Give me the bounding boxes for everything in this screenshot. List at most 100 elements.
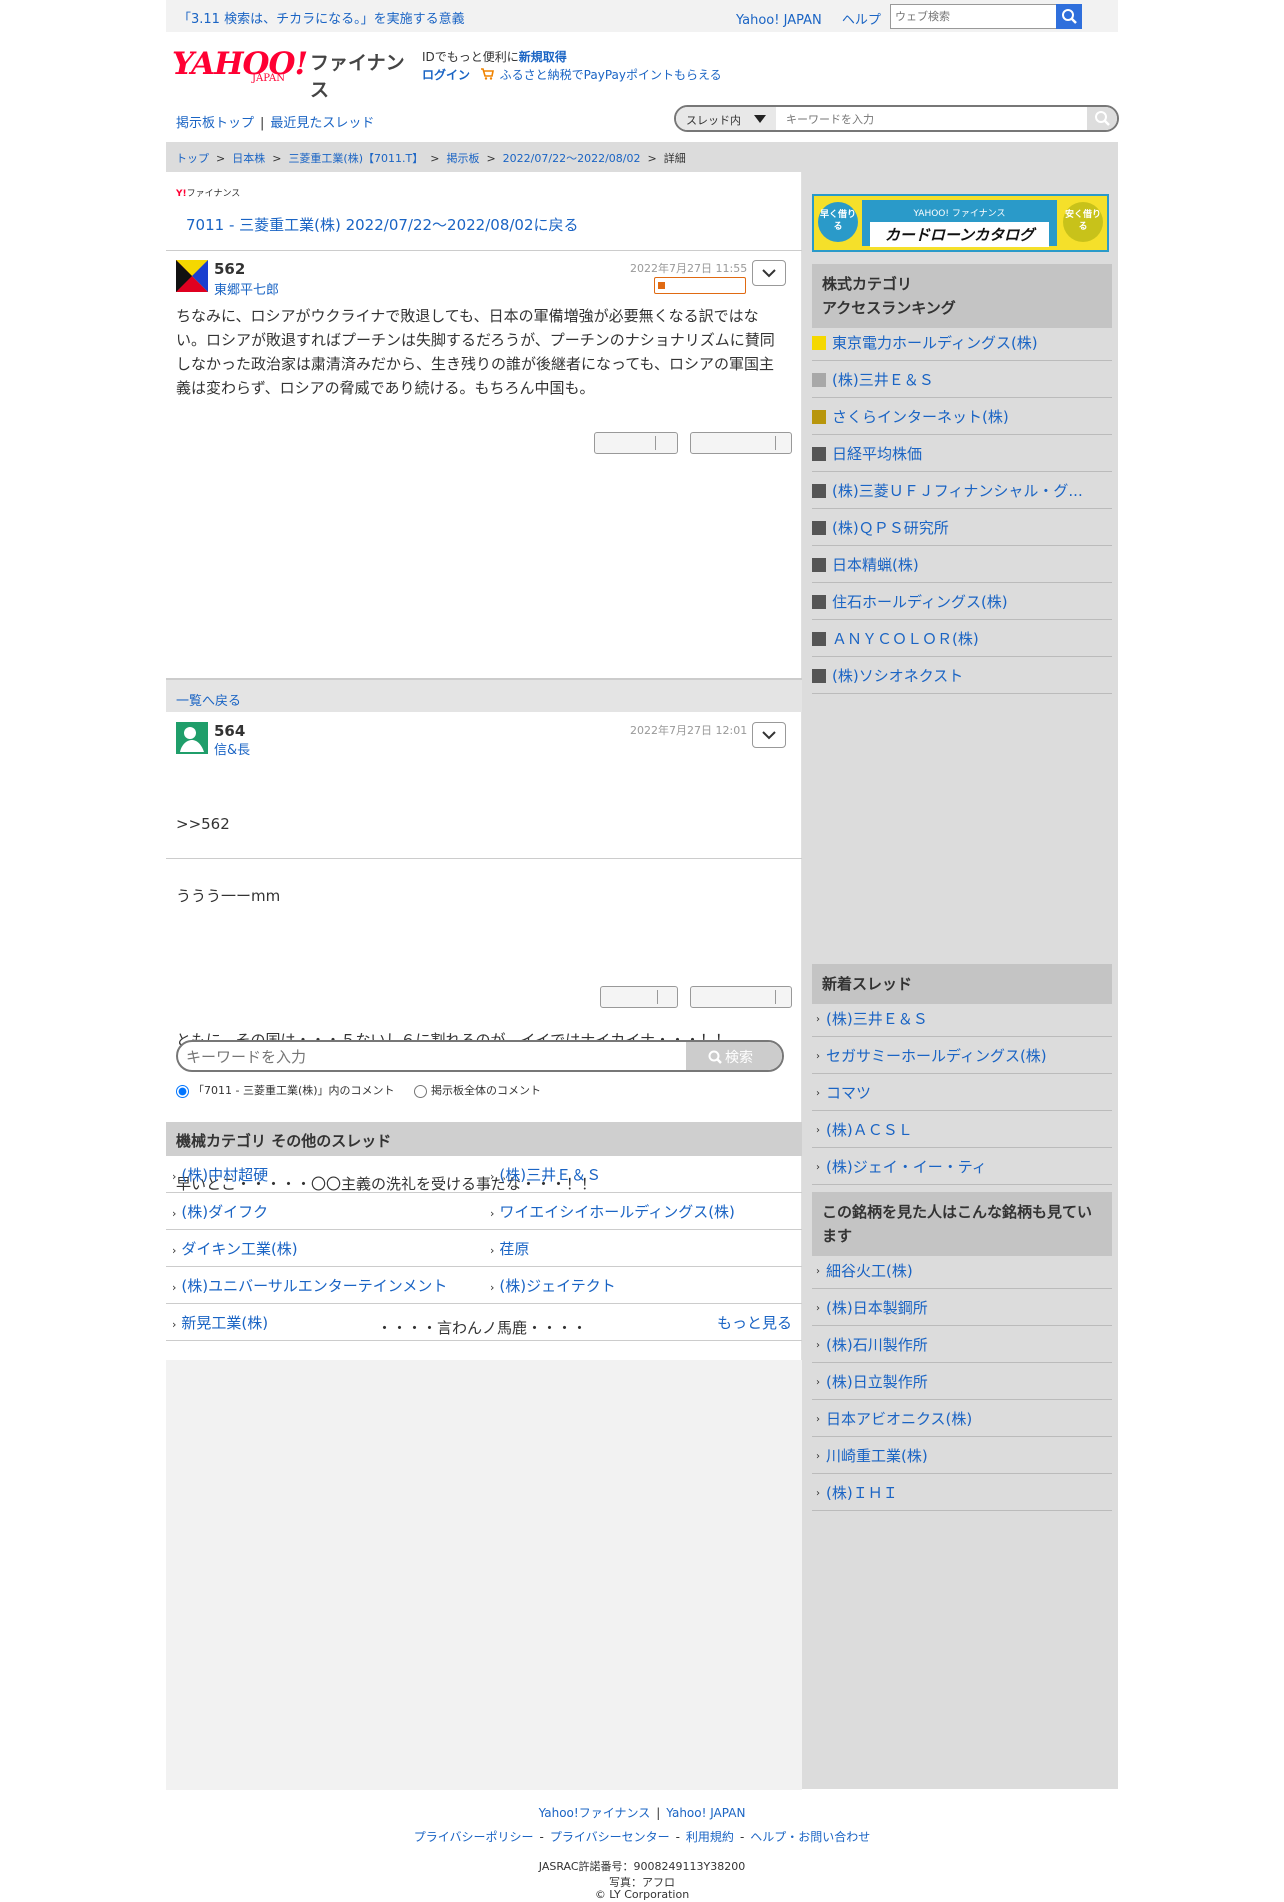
avatar[interactable]	[176, 722, 208, 754]
ranking-item[interactable]: (株)三菱ＵＦＪフィナンシャル・グ...	[812, 472, 1112, 509]
ranking-item[interactable]: (株)三井Ｅ＆Ｓ	[812, 361, 1112, 398]
crumb-jp-stocks[interactable]: 日本株	[232, 152, 265, 165]
ranking-item[interactable]: ＡＮＹＣＯＬＯＲ(株)	[812, 620, 1112, 657]
footer-link-finance[interactable]: Yahoo!ファイナンス	[539, 1806, 651, 1820]
thread-link[interactable]: (株)ユニバーサルエンターテインメント	[172, 1275, 447, 1296]
footer-link-yahoo[interactable]: Yahoo! JAPAN	[666, 1806, 745, 1820]
list-item[interactable]: › (株)石川製作所	[812, 1326, 1112, 1363]
list-item[interactable]: › (株)日立製作所	[812, 1363, 1112, 1400]
list-item-link[interactable]: (株)石川製作所	[826, 1334, 928, 1355]
yahoo-finance-logo[interactable]: YAHOO! JAPAN ファイナンス	[172, 46, 416, 101]
crumb-board[interactable]: 掲示板	[446, 152, 479, 165]
footer-link-terms[interactable]: 利用規約	[686, 1830, 734, 1844]
footer-link-privacy-center[interactable]: プライバシーセンター	[550, 1830, 670, 1844]
login-link[interactable]: ログイン	[422, 68, 470, 82]
board-top-link[interactable]: 掲示板トップ	[176, 116, 254, 131]
ranking-item-label[interactable]: 住石ホールディングス(株)	[832, 591, 1112, 612]
ranking-item[interactable]: (株)ＱＰＳ研究所	[812, 509, 1112, 546]
post-number[interactable]: 564	[214, 722, 245, 740]
list-item[interactable]: › (株)三井Ｅ＆Ｓ	[812, 1000, 1112, 1037]
list-item-link[interactable]: (株)ＡＣＳＬ	[826, 1119, 913, 1140]
thread-link[interactable]: (株)ダイフク	[172, 1201, 268, 1222]
list-item-link[interactable]: (株)ジェイ・イー・ティ	[826, 1156, 987, 1177]
radio-this-thread-input[interactable]	[176, 1084, 189, 1098]
ranking-item-label[interactable]: 日経平均株価	[832, 443, 1112, 464]
yahoo-japan-link[interactable]: Yahoo! JAPAN	[736, 13, 822, 28]
crumb-stock[interactable]: 三菱重工業(株)【7011.T】	[288, 152, 423, 165]
search-scope-select[interactable]: スレッド内	[676, 107, 776, 130]
dislike-button[interactable]	[690, 986, 792, 1008]
thread-link[interactable]: 荏原	[490, 1238, 529, 1259]
ranking-item-label[interactable]: ＡＮＹＣＯＬＯＲ(株)	[832, 628, 1112, 649]
list-item-link[interactable]: (株)日本製鋼所	[826, 1297, 928, 1318]
ranking-item-label[interactable]: さくらインターネット(株)	[832, 406, 1112, 427]
like-button[interactable]	[600, 986, 678, 1008]
list-item[interactable]: › (株)ＡＣＳＬ	[812, 1111, 1112, 1148]
ranking-item[interactable]: (株)ソシオネクスト	[812, 657, 1112, 694]
thread-link[interactable]: (株)ジェイテクト	[490, 1275, 615, 1296]
keyword-search-button[interactable]: 検索	[686, 1042, 782, 1070]
post-author[interactable]: 東郷平七郎	[214, 279, 279, 298]
web-search-button[interactable]	[1056, 4, 1082, 29]
ranking-item-label[interactable]: (株)ソシオネクスト	[832, 665, 1112, 686]
more-link[interactable]: もっと見る	[717, 1312, 792, 1333]
post-menu-button[interactable]	[752, 260, 786, 286]
footer-link-help[interactable]: ヘルプ・お問い合わせ	[750, 1830, 870, 1844]
thread-link[interactable]: 新晃工業(株)	[172, 1312, 268, 1333]
recent-threads-link[interactable]: 最近見たスレッド	[270, 116, 374, 131]
list-item-link[interactable]: 日本アビオニクス(株)	[826, 1408, 972, 1429]
list-item-link[interactable]: (株)三井Ｅ＆Ｓ	[826, 1008, 928, 1029]
list-item-link[interactable]: 川崎重工業(株)	[826, 1445, 928, 1466]
web-search-input[interactable]	[891, 5, 1055, 28]
list-item[interactable]: › 川崎重工業(株)	[812, 1437, 1112, 1474]
radio-all-boards[interactable]: 掲示板全体のコメント	[414, 1084, 541, 1098]
back-to-list-link[interactable]: 一覧へ戻る	[176, 694, 241, 709]
ranking-item[interactable]: さくらインターネット(株)	[812, 398, 1112, 435]
signup-link[interactable]: 新規取得	[519, 50, 567, 64]
crumb-period[interactable]: 2022/07/22〜2022/08/02	[503, 152, 641, 165]
footer-link-privacy[interactable]: プライバシーポリシー	[414, 1830, 534, 1844]
list-item-link[interactable]: コマツ	[826, 1082, 871, 1103]
card-loan-ad-banner[interactable]: 早く借りる YAHOO! ファイナンス カードローンカタログ 安く借りる	[812, 194, 1109, 252]
ranking-item-label[interactable]: (株)三菱ＵＦＪフィナンシャル・グ...	[832, 480, 1112, 501]
thread-link[interactable]: ワイエイシイホールディングス(株)	[490, 1201, 735, 1222]
ranking-item[interactable]: 日本精蝋(株)	[812, 546, 1112, 583]
list-item[interactable]: › (株)ジェイ・イー・ティ	[812, 1148, 1112, 1185]
list-item[interactable]: › (株)ＩＨＩ	[812, 1474, 1112, 1511]
list-item-link[interactable]: (株)日立製作所	[826, 1371, 928, 1392]
avatar[interactable]	[176, 260, 208, 292]
furusato-link[interactable]: ふるさと納税でPayPayポイントもらえる	[500, 68, 722, 82]
thread-back-link[interactable]: 7011 - 三菱重工業(株) 2022/07/22〜2022/08/02に戻る	[186, 214, 579, 235]
keyword-search-input[interactable]	[186, 1046, 666, 1068]
like-button[interactable]	[594, 432, 678, 454]
list-item-link[interactable]: 細谷火工(株)	[826, 1260, 913, 1281]
list-item[interactable]: › コマツ	[812, 1074, 1112, 1111]
post-number[interactable]: 562	[214, 260, 245, 278]
ranking-item-label[interactable]: (株)ＱＰＳ研究所	[832, 517, 1112, 538]
ranking-item[interactable]: 日経平均株価	[812, 435, 1112, 472]
help-link[interactable]: ヘルプ	[842, 13, 881, 28]
radio-this-thread[interactable]: 「7011 - 三菱重工業(株)」内のコメント	[176, 1084, 395, 1098]
thread-link[interactable]: ダイキン工業(株)	[172, 1238, 297, 1259]
thread-search-button[interactable]	[1087, 107, 1117, 130]
list-item-link[interactable]: (株)ＩＨＩ	[826, 1482, 898, 1503]
ranking-item[interactable]: 住石ホールディングス(株)	[812, 583, 1112, 620]
thread-link[interactable]: (株)三井Ｅ＆Ｓ	[490, 1164, 601, 1185]
ranking-item-label[interactable]: (株)三井Ｅ＆Ｓ	[832, 369, 1112, 390]
ranking-item-label[interactable]: 東京電力ホールディングス(株)	[832, 332, 1112, 353]
list-item[interactable]: › 日本アビオニクス(株)	[812, 1400, 1112, 1437]
crumb-top[interactable]: トップ	[176, 152, 209, 165]
ranking-item[interactable]: 東京電力ホールディングス(株)	[812, 324, 1112, 361]
list-item[interactable]: › (株)日本製鋼所	[812, 1289, 1112, 1326]
ranking-item-label[interactable]: 日本精蝋(株)	[832, 554, 1112, 575]
thread-link[interactable]: (株)中村超硬	[172, 1164, 268, 1185]
radio-all-boards-input[interactable]	[414, 1084, 428, 1098]
list-item-link[interactable]: セガサミーホールディングス(株)	[826, 1045, 1047, 1066]
list-item[interactable]: › セガサミーホールディングス(株)	[812, 1037, 1112, 1074]
thread-search-input[interactable]	[780, 109, 1070, 129]
post-menu-button[interactable]	[752, 722, 786, 748]
list-item[interactable]: › 細谷火工(株)	[812, 1252, 1112, 1289]
dislike-button[interactable]	[690, 432, 792, 454]
post-author[interactable]: 信&長	[214, 739, 250, 758]
notice-link[interactable]: 「3.11 検索は、チカラになる。」を実施する意義	[178, 8, 465, 27]
